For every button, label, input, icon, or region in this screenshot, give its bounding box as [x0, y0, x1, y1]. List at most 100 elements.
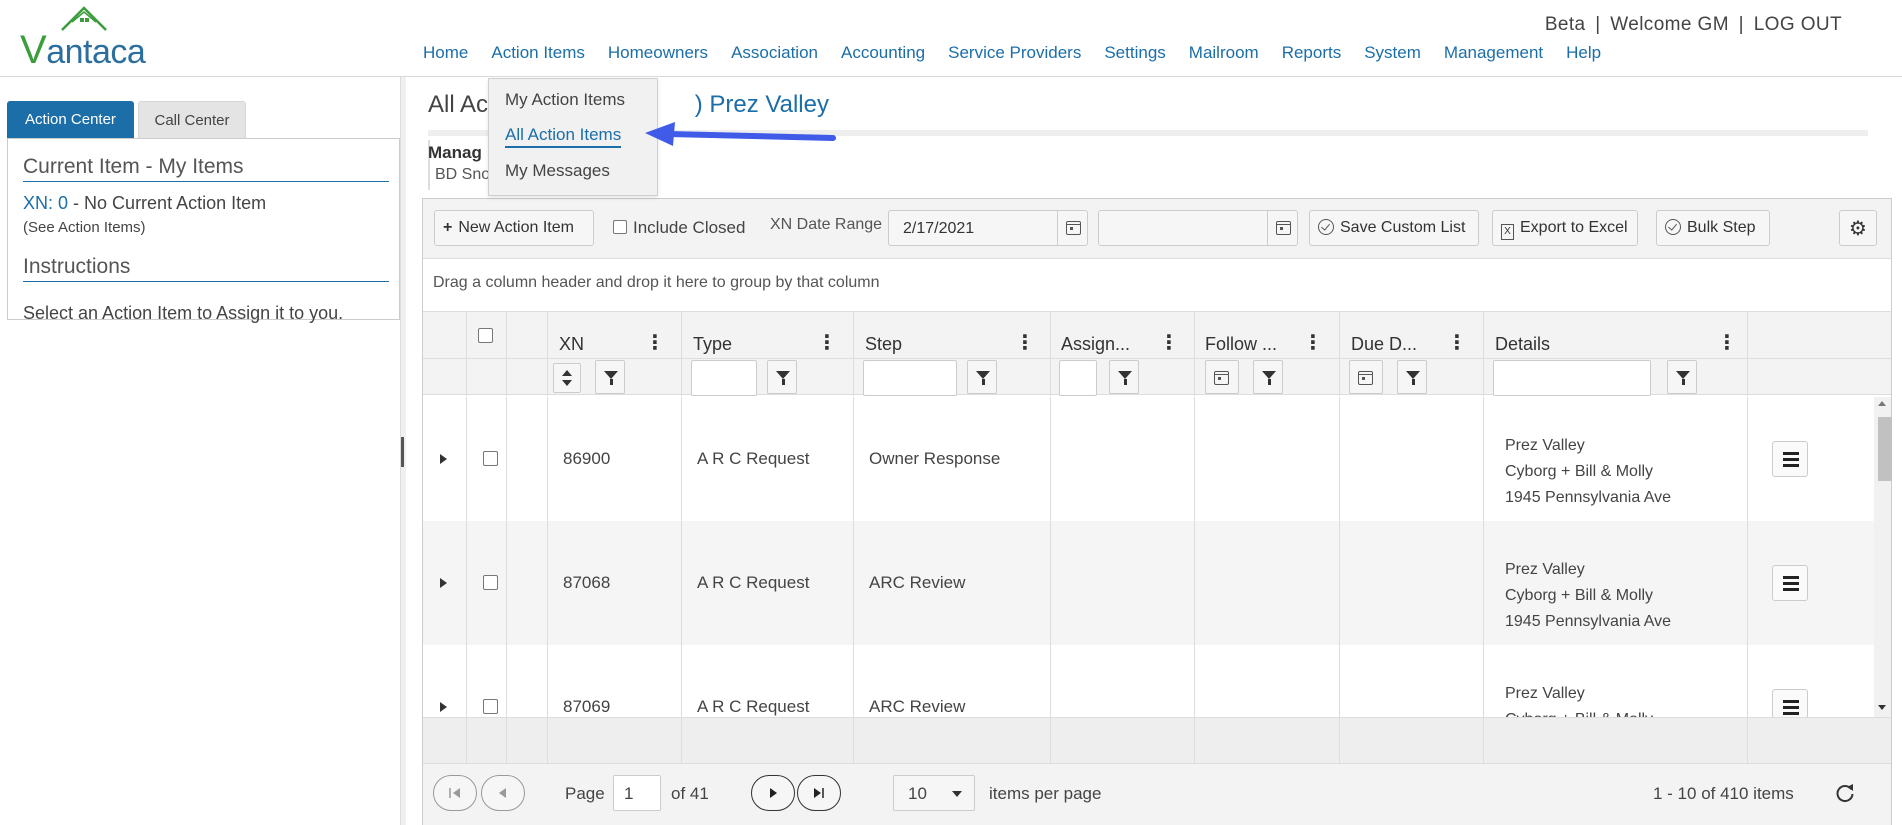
filter-icon[interactable]: [967, 360, 997, 394]
page-number-input[interactable]: 1: [613, 775, 661, 811]
menu-item-all-action-items[interactable]: All Action Items: [505, 125, 622, 148]
calendar-icon[interactable]: [1057, 211, 1087, 245]
column-menu-icon[interactable]: ⋮: [817, 330, 837, 355]
filter-icon[interactable]: [1397, 360, 1427, 394]
column-header-follow-up[interactable]: Follow ...: [1205, 334, 1277, 355]
previous-page-icon: [499, 788, 506, 798]
column-menu-icon[interactable]: ⋮: [1015, 330, 1035, 355]
column-menu-icon[interactable]: ⋮: [1303, 330, 1323, 355]
nav-accounting[interactable]: Accounting: [841, 43, 925, 63]
nav-settings[interactable]: Settings: [1104, 43, 1165, 63]
column-header-assigned[interactable]: Assign...: [1061, 334, 1130, 355]
step-filter-input[interactable]: [863, 360, 957, 396]
column-header-details[interactable]: Details: [1495, 334, 1550, 355]
details-owner: Cyborg + Bill & Molly: [1505, 587, 1654, 604]
cell-xn[interactable]: 87068: [563, 573, 610, 593]
refresh-icon[interactable]: [1833, 781, 1857, 805]
row-checkbox[interactable]: [483, 575, 498, 590]
date-to-input[interactable]: [1098, 210, 1298, 246]
cell-xn[interactable]: 87069: [563, 697, 610, 717]
nav-action-items[interactable]: Action Items: [491, 43, 585, 63]
tab-action-center[interactable]: Action Center: [7, 101, 134, 139]
calendar-icon[interactable]: [1205, 360, 1239, 394]
nav-home[interactable]: Home: [423, 43, 468, 63]
column-menu-icon[interactable]: ⋮: [645, 330, 665, 355]
column-header-step[interactable]: Step: [865, 334, 902, 355]
column-menu-icon[interactable]: ⋮: [1159, 330, 1179, 355]
grid-settings-button[interactable]: ⚙: [1839, 210, 1877, 246]
filter-icon[interactable]: [767, 360, 797, 394]
items-per-page-select[interactable]: 10: [893, 775, 975, 811]
nav-help[interactable]: Help: [1566, 43, 1601, 63]
separator: |: [1738, 14, 1744, 35]
scroll-down-icon[interactable]: [1878, 705, 1886, 710]
see-action-items-link[interactable]: (See Action Items): [23, 219, 146, 236]
nav-homeowners[interactable]: Homeowners: [608, 43, 708, 63]
menu-item-my-messages[interactable]: My Messages: [505, 161, 610, 181]
nav-service-providers[interactable]: Service Providers: [948, 43, 1081, 63]
expand-row-icon[interactable]: [440, 578, 447, 588]
table-row[interactable]: 87069 A R C Request ARC Review Prez Vall…: [423, 645, 1879, 717]
nav-mailroom[interactable]: Mailroom: [1189, 43, 1259, 63]
row-menu-button[interactable]: [1772, 689, 1808, 717]
save-custom-list-button[interactable]: Save Custom List: [1309, 210, 1479, 246]
column-header-type[interactable]: Type: [693, 334, 732, 355]
calendar-icon[interactable]: [1267, 211, 1297, 245]
export-to-excel-button[interactable]: X Export to Excel: [1492, 210, 1638, 246]
column-header-due-date[interactable]: Due D...: [1351, 334, 1417, 355]
calendar-icon[interactable]: [1349, 360, 1383, 394]
last-page-button[interactable]: [797, 775, 841, 811]
filter-icon[interactable]: [1109, 360, 1139, 394]
scrollbar-thumb[interactable]: [1878, 417, 1892, 481]
user-bar: Beta | Welcome GM | LOG OUT: [1543, 14, 1844, 36]
association-link[interactable]: ) Prez Valley: [695, 91, 829, 118]
page-label: Page: [565, 784, 605, 803]
details-address: 1945 Pennsylvania Ave: [1505, 489, 1672, 506]
bulk-step-button[interactable]: Bulk Step: [1656, 210, 1770, 246]
logout-link[interactable]: LOG OUT: [1754, 14, 1842, 35]
splitter-handle[interactable]: [401, 437, 404, 467]
current-item-heading: Current Item - My Items: [23, 155, 389, 182]
nav-system[interactable]: System: [1364, 43, 1421, 63]
cell-type: A R C Request: [697, 573, 810, 592]
select-all-checkbox[interactable]: [478, 328, 493, 343]
assigned-filter-input[interactable]: [1059, 360, 1097, 396]
xn-link[interactable]: XN: 0: [23, 193, 68, 213]
cell-xn[interactable]: 86900: [563, 449, 610, 469]
filter-icon[interactable]: [1667, 360, 1697, 394]
expand-row-icon[interactable]: [440, 702, 447, 712]
sort-icon[interactable]: [553, 363, 581, 393]
row-menu-button[interactable]: [1772, 441, 1808, 477]
column-header-xn[interactable]: XN: [559, 334, 584, 355]
type-filter-input[interactable]: [691, 360, 757, 396]
include-closed-toggle[interactable]: Include Closed: [613, 218, 745, 238]
next-page-button[interactable]: [751, 775, 795, 811]
previous-page-button[interactable]: [481, 775, 525, 811]
nav-association[interactable]: Association: [731, 43, 818, 63]
column-menu-icon[interactable]: ⋮: [1717, 330, 1737, 355]
action-items-dropdown: My Action Items All Action Items My Mess…: [488, 78, 658, 196]
table-row[interactable]: 86900 A R C Request Owner Response Prez …: [423, 397, 1879, 521]
tab-call-center[interactable]: Call Center: [138, 101, 246, 139]
column-menu-icon[interactable]: ⋮: [1447, 330, 1467, 355]
vantaca-logo[interactable]: Vantaca: [18, 4, 148, 72]
filter-icon[interactable]: [1253, 360, 1283, 394]
nav-reports[interactable]: Reports: [1282, 43, 1342, 63]
current-xn: XN: 0 - No Current Action Item: [23, 193, 266, 214]
new-action-item-button[interactable]: + New Action Item: [434, 210, 594, 246]
scroll-up-icon[interactable]: [1878, 401, 1886, 406]
details-filter-input[interactable]: [1493, 360, 1651, 396]
row-checkbox[interactable]: [483, 699, 498, 714]
vertical-scrollbar[interactable]: [1874, 397, 1892, 717]
nav-management[interactable]: Management: [1444, 43, 1543, 63]
row-checkbox[interactable]: [483, 451, 498, 466]
include-closed-checkbox[interactable]: [613, 220, 627, 234]
menu-item-my-action-items[interactable]: My Action Items: [505, 90, 625, 110]
table-row[interactable]: 87068 A R C Request ARC Review Prez Vall…: [423, 521, 1879, 645]
filter-icon[interactable]: [595, 360, 625, 394]
row-menu-button[interactable]: [1772, 565, 1808, 601]
date-from-input[interactable]: 2/17/2021: [888, 210, 1088, 246]
first-page-button[interactable]: [433, 775, 477, 811]
expand-row-icon[interactable]: [440, 454, 447, 464]
cell-step: ARC Review: [869, 697, 966, 716]
